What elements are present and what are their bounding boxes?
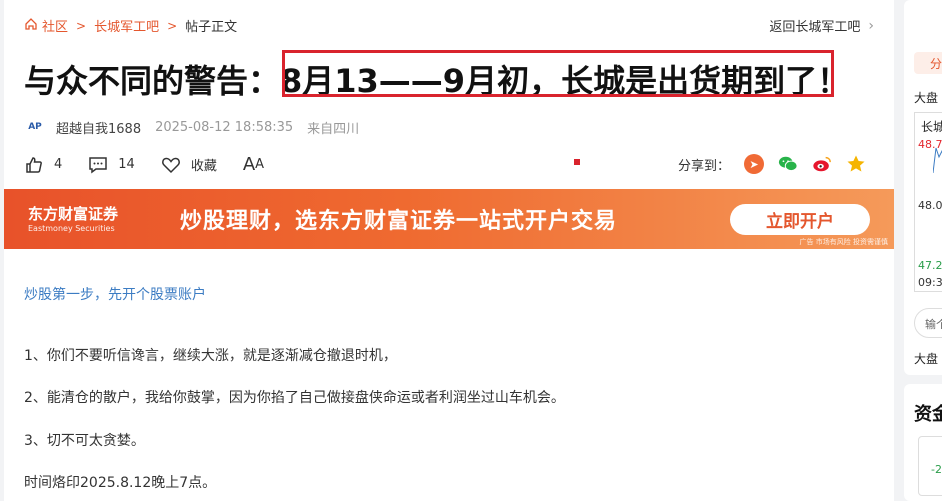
font-size-large: A [242,154,256,175]
chevron-right-icon: > [167,18,178,33]
favorite-button[interactable]: 收藏 [161,155,217,175]
breadcrumb-home-link[interactable]: 社区 [42,16,68,35]
comment-icon [89,156,108,173]
breadcrumb-current: 帖子正文 [185,20,238,35]
sidebar-tag[interactable]: 分 [914,52,942,74]
paragraph: 时间烙印2025.8.12晚上7点。 [24,475,217,491]
fund-section-title: 资金 [914,404,942,425]
market-card: 分 大盘 长城 48.7 48.0 47.2 09:3 输个 大盘 [904,0,942,375]
fund-value: -2( [931,463,942,476]
sidebar-label-2: 大盘 [914,352,939,366]
paragraph: 3、切不可太贪婪。 [24,433,145,449]
avatar[interactable]: AP [24,116,46,138]
heart-icon [161,157,180,173]
stock-name: 长城 [921,120,942,134]
stock-search-input[interactable]: 输个 [914,308,942,338]
wechat-icon[interactable] [778,154,798,174]
favorite-label: 收藏 [190,159,217,174]
breadcrumb-bar-link[interactable]: 长城军工吧 [94,16,159,35]
like-button[interactable]: 4 [24,155,62,175]
red-marker [574,159,580,165]
banner-slogan: 炒股理财，选东方财富证券一站式开户交易 [180,209,618,234]
home-icon[interactable] [24,17,38,35]
paragraph: 2、能清仓的散户，我给你鼓掌，因为你掐了自己做接盘侠命运或者利润坐过山车机会。 [24,390,565,406]
highlight-box [282,50,834,97]
breadcrumb: 社区 > 长城军工吧 > 帖子正文 [24,16,237,35]
chevron-right-icon: › [868,17,874,34]
comment-count: 14 [118,157,135,172]
thumbs-up-icon [26,156,42,173]
share-label: 分享到： [677,158,730,174]
sidebar-label-1: 大盘 [914,91,939,105]
eastmoney-logo: 东方财富证券 Eastmoney Securities [28,203,118,233]
price-mid: 48.0 [918,199,942,212]
chevron-right-icon: > [76,18,87,33]
open-account-button[interactable]: 立即开户 [730,204,870,235]
weibo-icon[interactable] [812,154,832,174]
share-bar: 分享到： ➤ [678,154,866,174]
post-meta: AP 超越自我1688 2025-08-12 18:58:35 来自四川 [24,116,359,138]
post-actions: 4 14 收藏 AA [24,154,290,175]
author-name[interactable]: 超越自我1688 [56,118,141,137]
post-time: 2025-08-12 18:58:35 [155,119,294,135]
font-size-button[interactable]: AA [243,154,264,175]
comment-button[interactable]: 14 [88,155,135,175]
price-line [933,147,942,174]
right-sidebar: 分 大盘 长城 48.7 48.0 47.2 09:3 输个 大盘 资金 -2( [904,0,942,501]
brand-cn: 东方财富证券 [28,205,119,223]
back-to-bar-link[interactable]: 返回长城军工吧 › [769,16,874,36]
post-location: 来自四川 [307,121,360,137]
fund-box: -2( [918,436,942,496]
like-count: 4 [54,157,63,172]
star-icon[interactable] [846,154,866,174]
open-account-link[interactable]: 炒股第一步，先开个股票账户 [24,284,206,304]
brand-en: Eastmoney Securities [28,224,115,233]
ad-disclaimer: 广告 市场有风险 投资需谨慎 [799,238,888,246]
post-main: 社区 > 长城军工吧 > 帖子正文 返回长城军工吧 › 与众不同的警告：8月13… [4,0,894,501]
stock-chart: 长城 48.7 48.0 47.2 09:3 [914,112,942,292]
fund-card: 资金 -2( [904,384,942,501]
font-size-small: A [255,157,265,172]
chart-time: 09:3 [918,276,942,289]
ad-banner[interactable]: 东方财富证券 Eastmoney Securities 炒股理财，选东方财富证券… [4,189,894,249]
price-low: 47.2 [918,259,942,272]
back-link-label: 返回长城军工吧 [769,20,861,35]
paragraph: 1、你们不要听信谗言，继续大涨，就是逐渐减仓撤退时机， [24,348,397,364]
share-plane-icon[interactable]: ➤ [744,154,764,174]
